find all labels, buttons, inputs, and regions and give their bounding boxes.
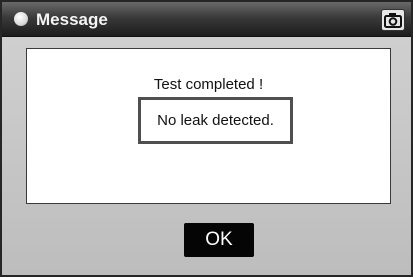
message-dialog: Message Test completed ! No leak detecte…: [0, 0, 413, 277]
message-headline: Test completed !: [153, 76, 264, 93]
camera-icon: [384, 13, 402, 28]
result-box: No leak detected.: [138, 97, 293, 144]
dialog-title: Message: [36, 10, 108, 29]
result-text: No leak detected.: [157, 112, 274, 129]
title-bar: Message: [2, 2, 411, 37]
message-panel: Test completed ! No leak detected.: [26, 48, 391, 204]
screenshot-button[interactable]: [381, 9, 405, 31]
ok-button[interactable]: OK: [184, 223, 254, 257]
circle-icon: [14, 12, 28, 26]
